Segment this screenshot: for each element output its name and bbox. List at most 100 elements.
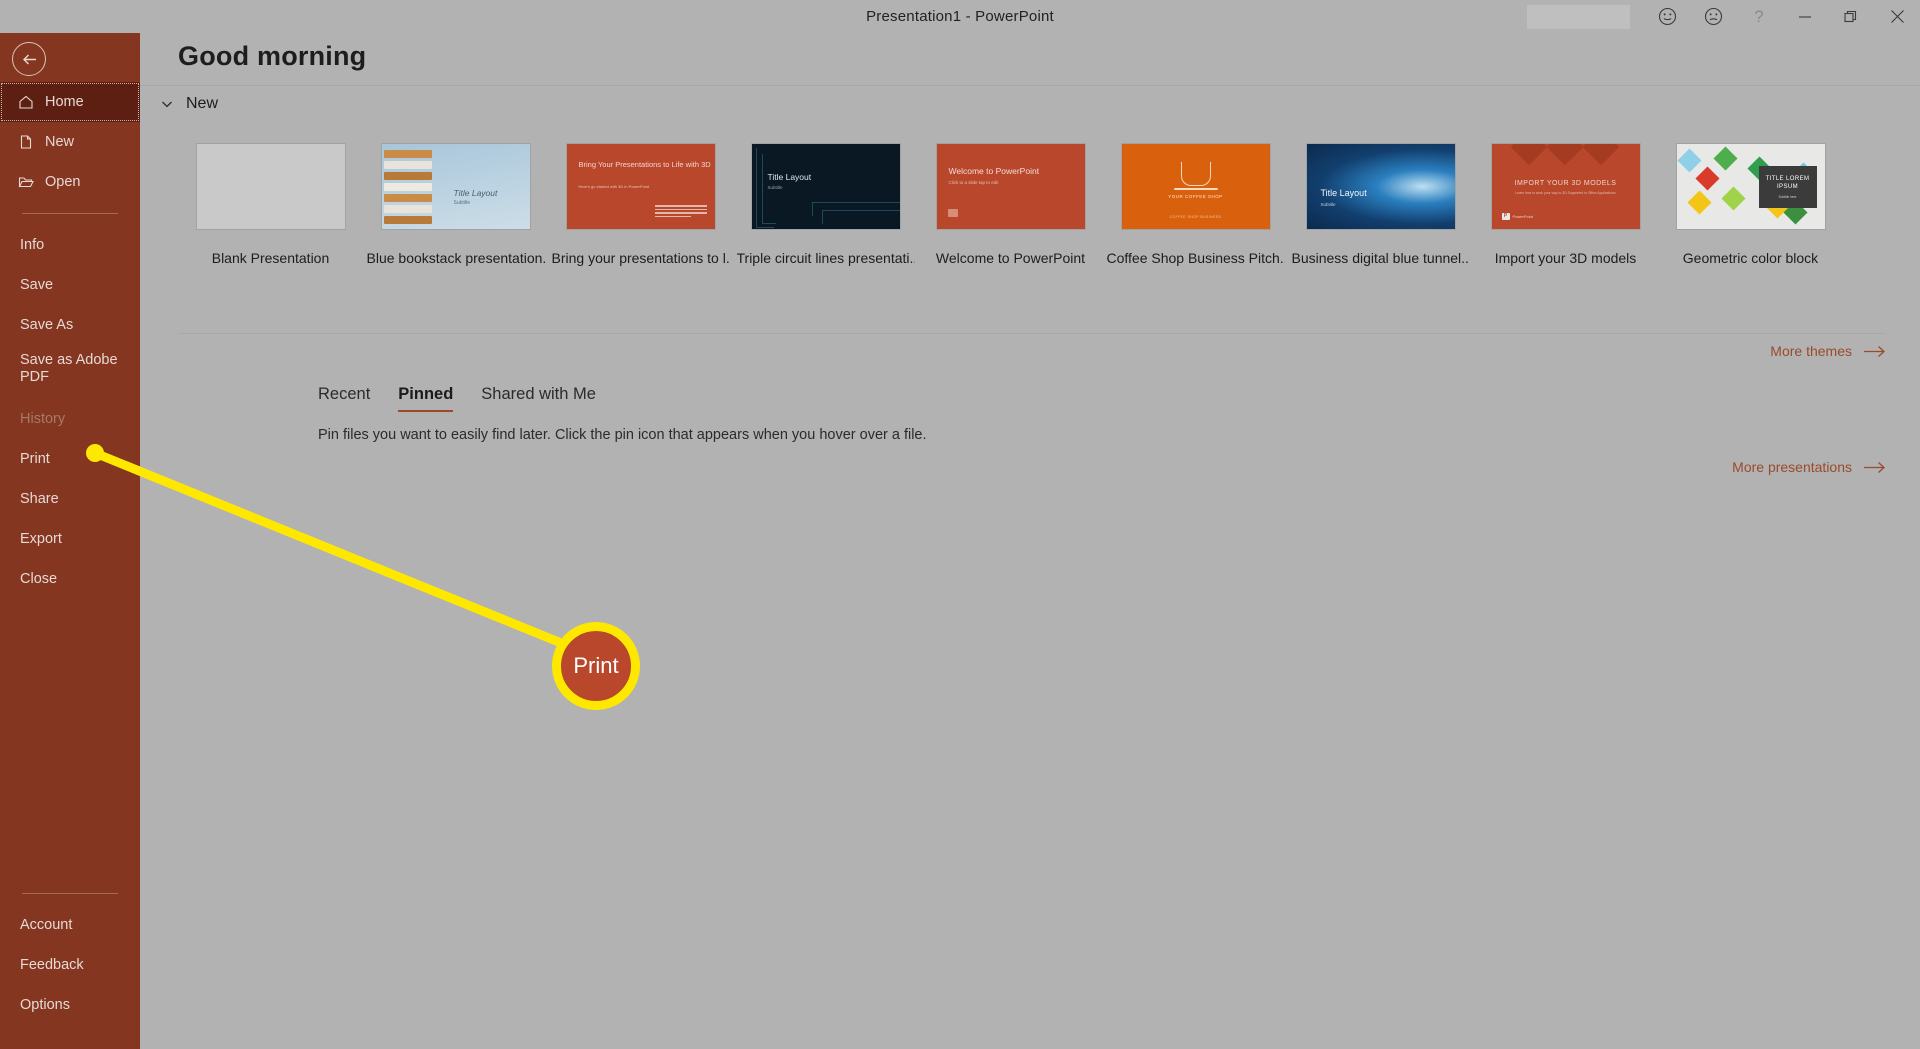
sidebar-item-label: Info	[20, 237, 45, 253]
open-folder-icon	[17, 174, 35, 190]
arrow-right-icon	[1864, 345, 1886, 358]
template-label: Bring your presentations to l...	[551, 250, 730, 266]
more-presentations-link[interactable]: More presentations	[1732, 459, 1886, 475]
tab-recent[interactable]: Recent	[318, 385, 370, 412]
sidebar-item-label: Open	[45, 174, 81, 190]
template-thumbnail-bookstack[interactable]: Title Layout Subtitle	[380, 143, 531, 230]
sidebar-nav-bottom: Account Feedback Options	[0, 882, 140, 1025]
backstage-sidebar: Home New Open Info Save Save As Save as …	[0, 0, 140, 1049]
sidebar-item-info[interactable]: Info	[0, 225, 140, 265]
slide-title: Bring Your Presentations to Life with 3D	[578, 160, 711, 169]
template-thumbnail-blank[interactable]	[195, 143, 346, 230]
template-thumbnail-coffee[interactable]: YOUR COFFEE SHOP COFFEE SHOP BUSINESS	[1120, 143, 1271, 230]
arrow-right-icon	[1864, 461, 1886, 474]
slide-title: IMPORT YOUR 3D MODELS	[1514, 180, 1617, 187]
powerpoint-badge: P PowerPoint	[1501, 213, 1533, 220]
template-card[interactable]: Title Layout Subtitle Blue bookstack pre…	[363, 143, 548, 266]
sidebar-item-share[interactable]: Share	[0, 479, 140, 519]
more-themes-link[interactable]: More themes	[1770, 343, 1886, 359]
close-button[interactable]	[1874, 0, 1920, 33]
sidebar-item-feedback[interactable]: Feedback	[0, 945, 140, 985]
template-thumbnail-tunnel[interactable]: Title Layout Subtitle	[1305, 143, 1456, 230]
template-card[interactable]: YOUR COFFEE SHOP COFFEE SHOP BUSINESS Co…	[1103, 143, 1288, 266]
sidebar-item-label: New	[45, 134, 75, 150]
template-card[interactable]: IMPORT YOUR 3D MODELS Learn how to work …	[1473, 143, 1658, 266]
sidebar-item-open[interactable]: Open	[0, 162, 140, 202]
tab-label: Shared with Me	[481, 385, 596, 403]
sidebar-item-label: Feedback	[20, 957, 84, 973]
help-icon[interactable]: ?	[1736, 0, 1782, 33]
sidebar-item-options[interactable]: Options	[0, 985, 140, 1025]
powerpoint-backstage-window: Presentation1 - PowerPoint ? Home New Op…	[0, 0, 1920, 1049]
template-thumbnail-geometric[interactable]: TITLE LOREM IPSUM Subtitle here	[1675, 143, 1826, 230]
sidebar-item-account[interactable]: Account	[0, 905, 140, 945]
template-card[interactable]: Bring Your Presentations to Life with 3D…	[548, 143, 733, 266]
slide-title: Title Layout	[1320, 188, 1367, 198]
sidebar-item-save[interactable]: Save	[0, 265, 140, 305]
slide-textblock	[654, 205, 707, 219]
sidebar-item-label: History	[20, 411, 66, 427]
restore-button[interactable]	[1828, 0, 1874, 33]
files-tabs: Recent Pinned Shared with Me	[318, 385, 596, 412]
slide-title-card: TITLE LOREM IPSUM Subtitle here	[1758, 166, 1817, 208]
sidebar-item-history: History	[0, 399, 140, 439]
template-label: Geometric color block	[1682, 250, 1819, 266]
chevron-down-icon[interactable]	[160, 97, 174, 111]
sidebar-item-label: Share	[20, 491, 59, 507]
sidebar-item-label: Options	[20, 997, 70, 1013]
sidebar-divider-bottom	[22, 893, 118, 894]
template-card[interactable]: Welcome to PowerPoint Click to a slide t…	[918, 143, 1103, 266]
page-title: Good morning	[178, 41, 367, 71]
coffee-cup-icon	[1180, 162, 1211, 186]
slide-subtitle: Learn how to work your way to 3D Support…	[1515, 191, 1616, 195]
home-icon	[17, 94, 35, 110]
template-card[interactable]: Blank Presentation	[178, 143, 363, 266]
powerpoint-logo-icon	[947, 209, 958, 217]
content-divider-top	[140, 85, 1920, 86]
template-card[interactable]: Title Layout Subtitle Triple circuit lin…	[733, 143, 918, 266]
new-section-label: New	[186, 95, 219, 112]
print-callout-label: Print	[573, 653, 619, 678]
minimize-button[interactable]	[1782, 0, 1828, 33]
smiley-icon[interactable]	[1644, 0, 1690, 33]
back-button[interactable]	[12, 42, 46, 76]
slide-title: TITLE LOREM IPSUM	[1765, 176, 1810, 190]
sidebar-item-export[interactable]: Export	[0, 519, 140, 559]
window-controls: ?	[1527, 0, 1920, 33]
slide-subtitle: Subtitle	[1320, 202, 1336, 207]
sidebar-item-label: Export	[20, 531, 62, 547]
sidebar-item-close[interactable]: Close	[0, 559, 140, 599]
sidebar-item-save-as[interactable]: Save As	[0, 305, 140, 345]
template-label: Triple circuit lines presentati...	[736, 250, 915, 266]
template-thumbnail-circuit[interactable]: Title Layout Subtitle	[750, 143, 901, 230]
slide-title: Welcome to PowerPoint	[948, 166, 1040, 176]
sidebar-item-save-as-adobe-pdf[interactable]: Save as Adobe PDF	[0, 345, 140, 399]
new-section-header[interactable]: New	[160, 95, 218, 113]
sidebar-item-home[interactable]: Home	[0, 82, 140, 122]
sidebar-item-print[interactable]: Print	[0, 439, 140, 479]
template-card[interactable]: Title Layout Subtitle Business digital b…	[1288, 143, 1473, 266]
sidebar-item-label: Save	[20, 277, 54, 293]
tab-shared-with-me[interactable]: Shared with Me	[481, 385, 596, 412]
more-presentations-label: More presentations	[1732, 459, 1852, 475]
tab-pinned[interactable]: Pinned	[398, 385, 454, 412]
sidebar-nav: Home New Open Info Save Save As Save as …	[0, 82, 140, 599]
backstage-content: Good morning New Blank Presentation Titl…	[140, 33, 1920, 1049]
template-thumbnail-welcome[interactable]: Welcome to PowerPoint Click to a slide t…	[935, 143, 1086, 230]
frowny-icon[interactable]	[1690, 0, 1736, 33]
powerpoint-badge-label: PowerPoint	[1512, 214, 1533, 219]
print-callout-bubble: Print	[552, 622, 640, 710]
sidebar-item-new[interactable]: New	[0, 122, 140, 162]
template-label: Business digital blue tunnel...	[1291, 250, 1470, 266]
template-gallery: Blank Presentation Title Layout Subtitle…	[178, 143, 1843, 266]
template-label: Coffee Shop Business Pitch...	[1106, 250, 1285, 266]
saucer-shape	[1173, 188, 1218, 190]
template-thumbnail-import-3d[interactable]: IMPORT YOUR 3D MODELS Learn how to work …	[1490, 143, 1641, 230]
template-card[interactable]: TITLE LOREM IPSUM Subtitle here Geometri…	[1658, 143, 1843, 266]
template-label: Blue bookstack presentation...	[366, 250, 545, 266]
slide-title: Title Layout	[767, 172, 812, 182]
template-thumbnail-3d-life[interactable]: Bring Your Presentations to Life with 3D…	[565, 143, 716, 230]
account-placeholder[interactable]	[1527, 4, 1630, 29]
more-themes-label: More themes	[1770, 343, 1852, 359]
slide-subtitle: Subtitle	[453, 200, 471, 206]
